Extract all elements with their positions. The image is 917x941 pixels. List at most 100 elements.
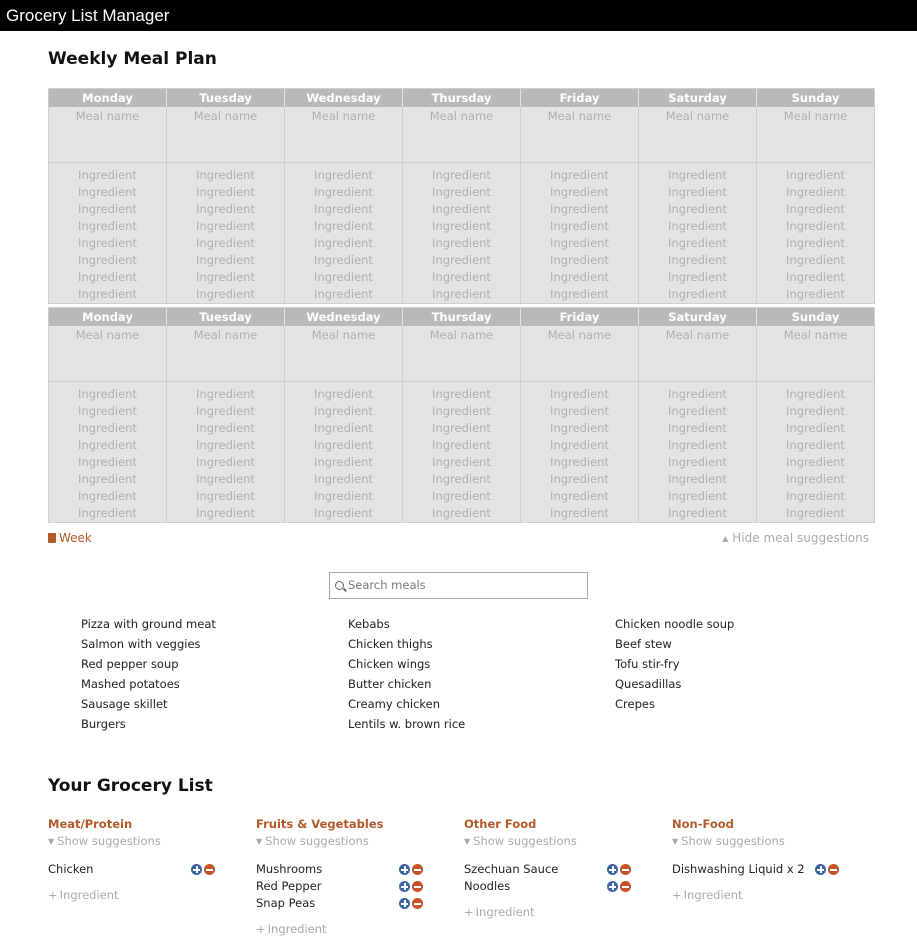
ingredient-input[interactable]: Ingredient: [639, 420, 756, 437]
ingredient-input[interactable]: Ingredient: [403, 167, 520, 184]
ingredient-input[interactable]: Ingredient: [757, 454, 874, 471]
meal-suggestion[interactable]: Red pepper soup: [81, 654, 216, 674]
plus-icon[interactable]: [399, 881, 410, 892]
ingredient-input[interactable]: Ingredient: [49, 471, 166, 488]
ingredient-input[interactable]: Ingredient: [403, 488, 520, 505]
minus-icon[interactable]: [412, 881, 423, 892]
ingredient-input[interactable]: Ingredient: [521, 252, 638, 269]
ingredient-input[interactable]: Ingredient: [521, 167, 638, 184]
meal-suggestion[interactable]: Butter chicken: [348, 674, 465, 694]
ingredient-input[interactable]: Ingredient: [757, 420, 874, 437]
show-suggestions-button[interactable]: ▼ Show suggestions: [48, 832, 228, 850]
ingredient-input[interactable]: Ingredient: [285, 218, 402, 235]
meal-name-input[interactable]: Meal name: [285, 326, 402, 382]
delete-week-button[interactable]: Week: [48, 531, 92, 545]
meal-name-input[interactable]: Meal name: [757, 326, 874, 382]
ingredient-input[interactable]: Ingredient: [757, 218, 874, 235]
ingredient-input[interactable]: Ingredient: [757, 269, 874, 286]
ingredient-input[interactable]: Ingredient: [639, 403, 756, 420]
ingredient-input[interactable]: Ingredient: [757, 437, 874, 454]
ingredient-input[interactable]: Ingredient: [639, 235, 756, 252]
meal-name-input[interactable]: Meal name: [521, 107, 638, 163]
minus-icon[interactable]: [828, 864, 839, 875]
ingredient-input[interactable]: Ingredient: [285, 505, 402, 522]
plus-icon[interactable]: [607, 881, 618, 892]
ingredient-input[interactable]: Ingredient: [49, 286, 166, 303]
ingredient-input[interactable]: Ingredient: [757, 184, 874, 201]
ingredient-input[interactable]: Ingredient: [49, 184, 166, 201]
hide-meal-suggestions-button[interactable]: ▲ Hide meal suggestions: [722, 531, 869, 545]
ingredient-input[interactable]: Ingredient: [639, 454, 756, 471]
ingredient-input[interactable]: Ingredient: [167, 235, 284, 252]
ingredient-input[interactable]: Ingredient: [521, 437, 638, 454]
ingredient-input[interactable]: Ingredient: [639, 269, 756, 286]
ingredient-input[interactable]: Ingredient: [167, 420, 284, 437]
meal-name-input[interactable]: Meal name: [639, 326, 756, 382]
add-ingredient-button[interactable]: + Ingredient: [48, 886, 228, 904]
meal-name-input[interactable]: Meal name: [49, 326, 166, 382]
meal-suggestion[interactable]: Sausage skillet: [81, 694, 216, 714]
ingredient-input[interactable]: Ingredient: [403, 420, 520, 437]
ingredient-input[interactable]: Ingredient: [285, 201, 402, 218]
minus-icon[interactable]: [620, 881, 631, 892]
meal-name-input[interactable]: Meal name: [167, 326, 284, 382]
ingredient-input[interactable]: Ingredient: [167, 201, 284, 218]
ingredient-input[interactable]: Ingredient: [403, 218, 520, 235]
ingredient-input[interactable]: Ingredient: [49, 437, 166, 454]
ingredient-input[interactable]: Ingredient: [521, 420, 638, 437]
ingredient-input[interactable]: Ingredient: [167, 218, 284, 235]
ingredient-input[interactable]: Ingredient: [403, 471, 520, 488]
ingredient-input[interactable]: Ingredient: [403, 269, 520, 286]
ingredient-input[interactable]: Ingredient: [521, 269, 638, 286]
ingredient-input[interactable]: Ingredient: [167, 471, 284, 488]
ingredient-input[interactable]: Ingredient: [521, 286, 638, 303]
ingredient-input[interactable]: Ingredient: [167, 505, 284, 522]
plus-icon[interactable]: [607, 864, 618, 875]
meal-name-input[interactable]: Meal name: [639, 107, 756, 163]
ingredient-input[interactable]: Ingredient: [639, 488, 756, 505]
ingredient-input[interactable]: Ingredient: [403, 454, 520, 471]
ingredient-input[interactable]: Ingredient: [285, 184, 402, 201]
ingredient-input[interactable]: Ingredient: [757, 167, 874, 184]
meal-suggestion[interactable]: Crepes: [615, 694, 734, 714]
ingredient-input[interactable]: Ingredient: [167, 286, 284, 303]
meal-suggestion[interactable]: Pizza with ground meat: [81, 614, 216, 634]
ingredient-input[interactable]: Ingredient: [167, 269, 284, 286]
ingredient-input[interactable]: Ingredient: [757, 403, 874, 420]
ingredient-input[interactable]: Ingredient: [757, 488, 874, 505]
ingredient-input[interactable]: Ingredient: [403, 235, 520, 252]
meal-suggestion[interactable]: Burgers: [81, 714, 216, 734]
show-suggestions-button[interactable]: ▼ Show suggestions: [672, 832, 852, 850]
ingredient-input[interactable]: Ingredient: [49, 454, 166, 471]
plus-icon[interactable]: [399, 864, 410, 875]
meal-suggestion[interactable]: Tofu stir-fry: [615, 654, 734, 674]
ingredient-input[interactable]: Ingredient: [639, 286, 756, 303]
ingredient-input[interactable]: Ingredient: [757, 471, 874, 488]
meal-name-input[interactable]: Meal name: [403, 107, 520, 163]
meal-suggestion[interactable]: Salmon with veggies: [81, 634, 216, 654]
minus-icon[interactable]: [204, 864, 215, 875]
minus-icon[interactable]: [412, 898, 423, 909]
ingredient-input[interactable]: Ingredient: [167, 252, 284, 269]
ingredient-input[interactable]: Ingredient: [167, 488, 284, 505]
plus-icon[interactable]: [399, 898, 410, 909]
ingredient-input[interactable]: Ingredient: [521, 218, 638, 235]
ingredient-input[interactable]: Ingredient: [757, 505, 874, 522]
meal-suggestion[interactable]: Lentils w. brown rice: [348, 714, 465, 734]
ingredient-input[interactable]: Ingredient: [49, 218, 166, 235]
ingredient-input[interactable]: Ingredient: [167, 386, 284, 403]
ingredient-input[interactable]: Ingredient: [757, 286, 874, 303]
ingredient-input[interactable]: Ingredient: [639, 201, 756, 218]
plus-icon[interactable]: [191, 864, 202, 875]
ingredient-input[interactable]: Ingredient: [285, 403, 402, 420]
meal-name-input[interactable]: Meal name: [49, 107, 166, 163]
ingredient-input[interactable]: Ingredient: [285, 437, 402, 454]
add-ingredient-button[interactable]: + Ingredient: [464, 903, 644, 921]
ingredient-input[interactable]: Ingredient: [757, 386, 874, 403]
meal-suggestion[interactable]: Kebabs: [348, 614, 465, 634]
meal-name-input[interactable]: Meal name: [403, 326, 520, 382]
minus-icon[interactable]: [412, 864, 423, 875]
ingredient-input[interactable]: Ingredient: [757, 235, 874, 252]
ingredient-input[interactable]: Ingredient: [521, 184, 638, 201]
meal-suggestion[interactable]: Mashed potatoes: [81, 674, 216, 694]
